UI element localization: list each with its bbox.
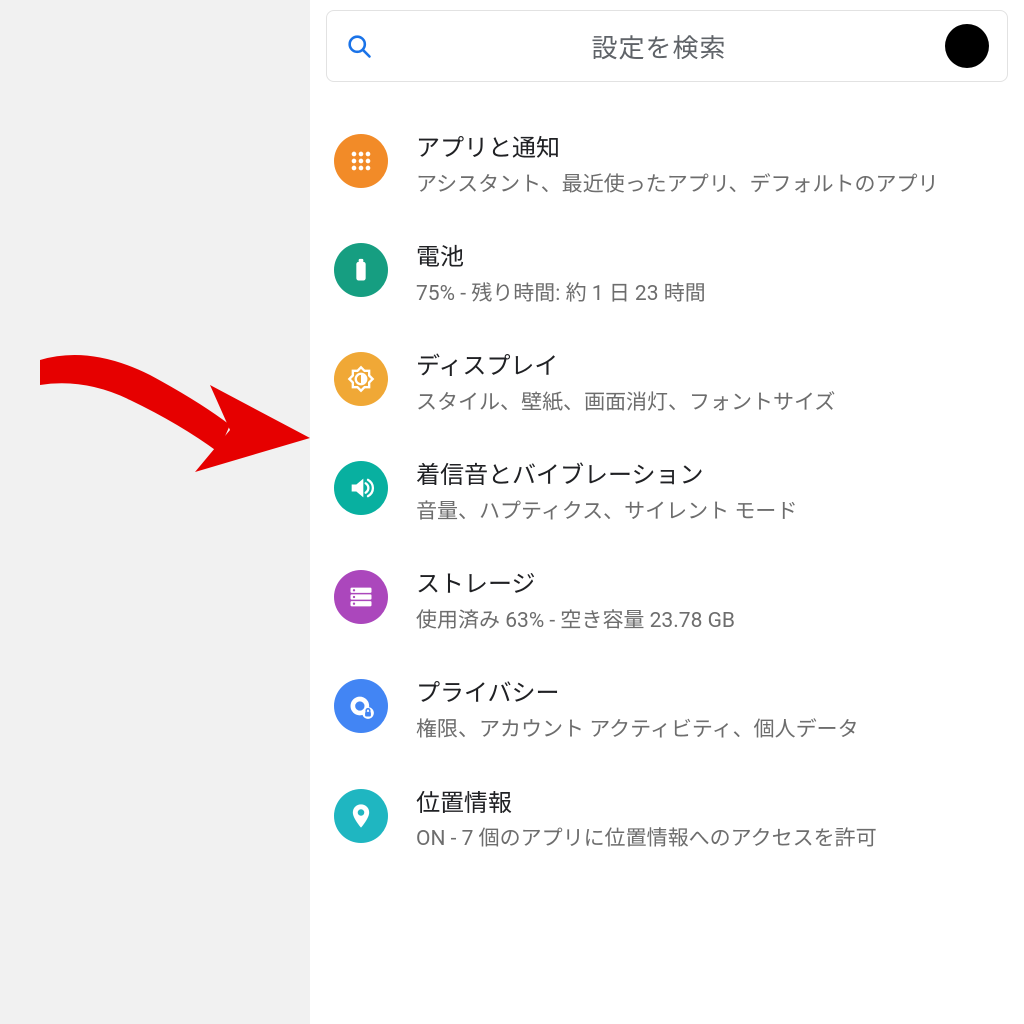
search-bar[interactable]: 設定を検索 — [326, 10, 1008, 82]
display-icon — [334, 352, 388, 406]
settings-item-display[interactable]: ディスプレイ スタイル、壁紙、画面消灯、フォントサイズ — [326, 330, 1008, 439]
settings-list: アプリと通知 アシスタント、最近使ったアプリ、デフォルトのアプリ 電池 75% … — [326, 82, 1008, 876]
settings-item-title: ディスプレイ — [416, 350, 1000, 384]
search-icon — [345, 32, 373, 60]
avatar[interactable] — [945, 24, 989, 68]
location-icon — [334, 789, 388, 843]
settings-item-subtitle: スタイル、壁紙、画面消灯、フォントサイズ — [416, 388, 1000, 420]
battery-icon — [334, 243, 388, 297]
settings-item-title: アプリと通知 — [416, 132, 1000, 166]
settings-item-subtitle: 権限、アカウント アクティビティ、個人データ — [416, 715, 1000, 747]
settings-item-subtitle: ON - 7 個のアプリに位置情報へのアクセスを許可 — [416, 824, 1000, 856]
storage-icon — [334, 570, 388, 624]
settings-item-title: 位置情報 — [416, 787, 1000, 821]
settings-item-storage[interactable]: ストレージ 使用済み 63% - 空き容量 23.78 GB — [326, 548, 1008, 657]
settings-item-subtitle: 音量、ハプティクス、サイレント モード — [416, 497, 1000, 529]
settings-item-privacy[interactable]: プライバシー 権限、アカウント アクティビティ、個人データ — [326, 657, 1008, 766]
settings-item-title: 着信音とバイブレーション — [416, 459, 1000, 493]
settings-item-subtitle: 使用済み 63% - 空き容量 23.78 GB — [416, 606, 1000, 638]
settings-item-title: ストレージ — [416, 568, 1000, 602]
search-placeholder: 設定を検索 — [381, 28, 937, 65]
settings-item-location[interactable]: 位置情報 ON - 7 個のアプリに位置情報へのアクセスを許可 — [326, 767, 1008, 876]
arrow-annotation-icon — [30, 330, 310, 480]
settings-item-title: プライバシー — [416, 677, 1000, 711]
settings-item-subtitle: アシスタント、最近使ったアプリ、デフォルトのアプリ — [416, 170, 1000, 202]
sound-icon — [334, 461, 388, 515]
apps-icon — [334, 134, 388, 188]
settings-item-subtitle: 75% - 残り時間: 約 1 日 23 時間 — [416, 279, 1000, 311]
settings-item-apps[interactable]: アプリと通知 アシスタント、最近使ったアプリ、デフォルトのアプリ — [326, 112, 1008, 221]
annotation-margin — [0, 0, 310, 1024]
settings-item-sound[interactable]: 着信音とバイブレーション 音量、ハプティクス、サイレント モード — [326, 439, 1008, 548]
settings-item-battery[interactable]: 電池 75% - 残り時間: 約 1 日 23 時間 — [326, 221, 1008, 330]
privacy-icon — [334, 679, 388, 733]
settings-screen: 設定を検索 アプリと通知 アシスタント、最近使ったアプリ、デフォルトのアプリ — [310, 0, 1024, 1024]
settings-item-title: 電池 — [416, 241, 1000, 275]
